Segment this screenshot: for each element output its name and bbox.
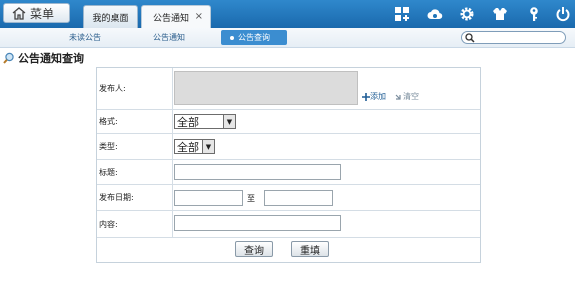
- power-icon[interactable]: [555, 6, 571, 22]
- subnav-item-unread[interactable]: 未读公告: [69, 32, 101, 43]
- key-icon[interactable]: [526, 6, 542, 22]
- query-button[interactable]: 查询: [235, 241, 273, 257]
- type-label: 类型:: [97, 134, 173, 159]
- subnav-item-announcements[interactable]: 公告通知: [153, 32, 185, 43]
- form-row-sender: 发布人: 添加 清空: [97, 68, 480, 110]
- tab-label: 公告通知: [153, 13, 190, 24]
- form-row-date: 发布日期: 至: [97, 185, 480, 211]
- subnav-item-query[interactable]: 公告查询: [221, 30, 287, 45]
- format-label: 格式:: [97, 110, 173, 133]
- gear-icon[interactable]: [459, 6, 475, 22]
- format-select[interactable]: 全部 ▼: [174, 114, 236, 129]
- home-icon: [12, 6, 26, 20]
- menu-button[interactable]: 菜单: [3, 3, 70, 23]
- query-form: 发布人: 添加 清空 格式: 全部 ▼ 类型: 全部 ▼ 标题: 发布日期: 至…: [96, 67, 481, 263]
- shirt-icon[interactable]: [492, 6, 508, 22]
- add-label: 添加: [370, 92, 386, 101]
- top-bar: 菜单 我的桌面 公告通知 ×: [0, 0, 575, 28]
- tab-my-desktop[interactable]: 我的桌面: [83, 5, 138, 28]
- form-row-content: 内容:: [97, 211, 480, 237]
- type-selected-value: 全部: [177, 140, 199, 154]
- page-title: 公告通知查询: [3, 51, 84, 65]
- reset-button[interactable]: 重填: [291, 241, 329, 257]
- plus-icon: [362, 92, 370, 101]
- arrow-icon: [395, 94, 401, 100]
- menu-label: 菜单: [30, 6, 55, 21]
- form-row-format: 格式: 全部 ▼: [97, 110, 480, 134]
- clear-label: 清空: [403, 92, 419, 101]
- search-input[interactable]: [461, 31, 566, 44]
- sender-field[interactable]: [174, 71, 358, 105]
- title-input[interactable]: [174, 164, 341, 180]
- chevron-down-icon: ▼: [202, 140, 214, 153]
- add-sender-button[interactable]: 添加: [362, 91, 386, 102]
- form-buttons: 查询 重填: [97, 237, 480, 262]
- active-dot-icon: [230, 35, 234, 40]
- cloud-icon[interactable]: [427, 6, 443, 22]
- format-selected-value: 全部: [177, 115, 199, 129]
- grid-icon[interactable]: [394, 6, 410, 22]
- tab-announcements[interactable]: 公告通知 ×: [141, 5, 211, 28]
- chevron-down-icon: ▼: [223, 115, 235, 128]
- tab-label: 我的桌面: [92, 13, 129, 24]
- search-icon: [465, 33, 475, 43]
- content-label: 内容:: [97, 211, 173, 237]
- date-label: 发布日期:: [97, 185, 173, 210]
- search-icon: [3, 52, 14, 64]
- form-row-title: 标题:: [97, 160, 480, 185]
- date-from-input[interactable]: [174, 190, 243, 206]
- date-to-input[interactable]: [264, 190, 333, 206]
- clear-sender-button[interactable]: 清空: [395, 91, 419, 102]
- page-title-text: 公告通知查询: [18, 52, 84, 65]
- content-input[interactable]: [174, 215, 341, 231]
- close-icon[interactable]: ×: [195, 11, 203, 22]
- sender-label: 发布人:: [97, 68, 173, 109]
- form-row-type: 类型: 全部 ▼: [97, 134, 480, 160]
- title-label: 标题:: [97, 160, 173, 184]
- type-select[interactable]: 全部 ▼: [174, 139, 215, 154]
- subnav-item-label: 公告查询: [238, 33, 270, 42]
- date-to-label: 至: [247, 194, 255, 203]
